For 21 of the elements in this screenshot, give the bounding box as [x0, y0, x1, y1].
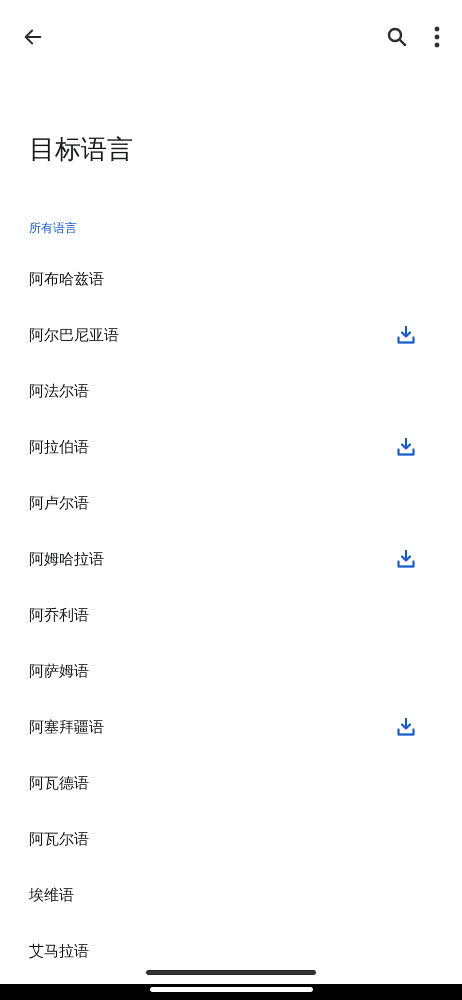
language-item[interactable]: 阿尔巴尼亚语: [0, 307, 462, 363]
more-menu-button[interactable]: [432, 24, 442, 50]
section-label: 所有语言: [29, 220, 77, 236]
page-title: 目标语言: [29, 134, 133, 167]
home-handle[interactable]: [150, 987, 312, 992]
download-icon[interactable]: [396, 325, 416, 345]
language-item[interactable]: 阿拉伯语: [0, 419, 462, 475]
language-item[interactable]: 阿瓦德语: [0, 755, 462, 811]
language-item[interactable]: 阿布哈兹语: [0, 251, 462, 307]
language-item[interactable]: 阿乔利语: [0, 587, 462, 643]
language-item[interactable]: 阿萨姆语: [0, 643, 462, 699]
language-item[interactable]: 艾马拉语: [0, 923, 462, 979]
language-item[interactable]: 阿塞拜疆语: [0, 699, 462, 755]
download-icon[interactable]: [396, 717, 416, 737]
language-item[interactable]: 阿瓦尔语: [0, 811, 462, 867]
language-item[interactable]: 阿法尔语: [0, 363, 462, 419]
language-item[interactable]: 埃维语: [0, 867, 462, 923]
download-icon[interactable]: [396, 549, 416, 569]
download-icon[interactable]: [396, 437, 416, 457]
language-item[interactable]: 阿卢尔语: [0, 475, 462, 531]
language-item[interactable]: 阿姆哈拉语: [0, 531, 462, 587]
